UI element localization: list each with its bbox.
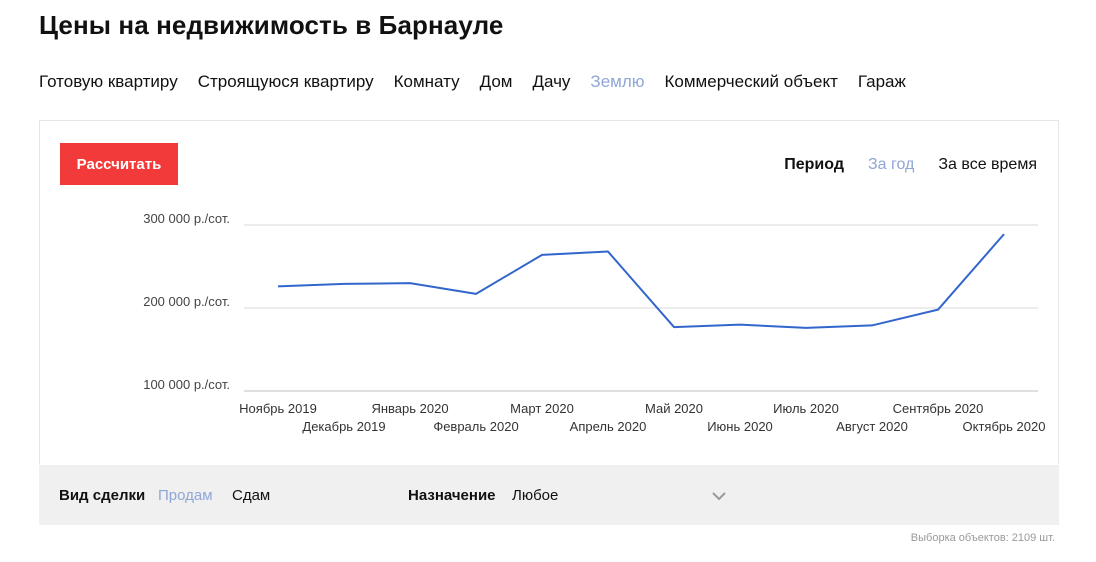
x-tick-label: Май 2020 [645, 401, 703, 416]
tab-land[interactable]: Землю [590, 72, 644, 92]
x-tick-label: Август 2020 [836, 419, 908, 434]
x-tick-label: Сентябрь 2020 [893, 401, 984, 416]
x-tick-label: Июнь 2020 [707, 419, 773, 434]
y-tick-label: 100 000 р./сот. [143, 377, 230, 392]
chevron-down-icon[interactable] [711, 488, 727, 504]
y-tick-label: 300 000 р./сот. [143, 211, 230, 226]
series-line [277, 233, 1005, 329]
tab-house[interactable]: Дом [480, 72, 513, 92]
x-tick-label: Декабрь 2019 [302, 419, 385, 434]
tab-garage[interactable]: Гараж [858, 72, 906, 92]
x-tick-label: Октябрь 2020 [963, 419, 1046, 434]
price-chart: 100 000 р./сот. 200 000 р./сот. 300 000 р.… [143, 211, 1046, 434]
period-option-all-time[interactable]: За все время [938, 156, 1037, 174]
y-tick-label: 200 000 р./сот. [143, 294, 230, 309]
x-tick-label: Февраль 2020 [433, 419, 518, 434]
x-tick-label: Июль 2020 [773, 401, 839, 416]
page-title: Цены на недвижимость в Барнауле [39, 10, 504, 40]
tab-commercial[interactable]: Коммерческий объект [665, 72, 838, 92]
x-tick-label: Ноябрь 2019 [239, 401, 317, 416]
sample-count: Выборка объектов: 2109 шт. [910, 532, 1055, 544]
period-label: Период [784, 156, 844, 173]
x-tick-label: Апрель 2020 [570, 419, 647, 434]
calculate-button[interactable]: Рассчитать [60, 143, 178, 185]
period-option-year[interactable]: За год [868, 156, 914, 174]
tab-dacha[interactable]: Дачу [532, 72, 570, 92]
x-tick-label: Март 2020 [510, 401, 574, 416]
purpose-label: Назначение [408, 487, 496, 504]
tab-room[interactable]: Комнату [394, 72, 460, 92]
deal-type-sell[interactable]: Продам [158, 487, 213, 504]
period-selector: Период За год За все время [784, 156, 1037, 174]
tab-ready-apartment[interactable]: Готовую квартиру [39, 72, 178, 92]
x-tick-label: Январь 2020 [371, 401, 448, 416]
property-type-tabs: Готовую квартиру Строящуюся квартиру Ком… [39, 72, 906, 92]
deal-type-rent[interactable]: Сдам [232, 487, 270, 504]
tab-new-building[interactable]: Строящуюся квартиру [198, 72, 374, 92]
deal-type-label: Вид сделки [59, 487, 146, 504]
purpose-select[interactable]: Любое [512, 487, 558, 504]
